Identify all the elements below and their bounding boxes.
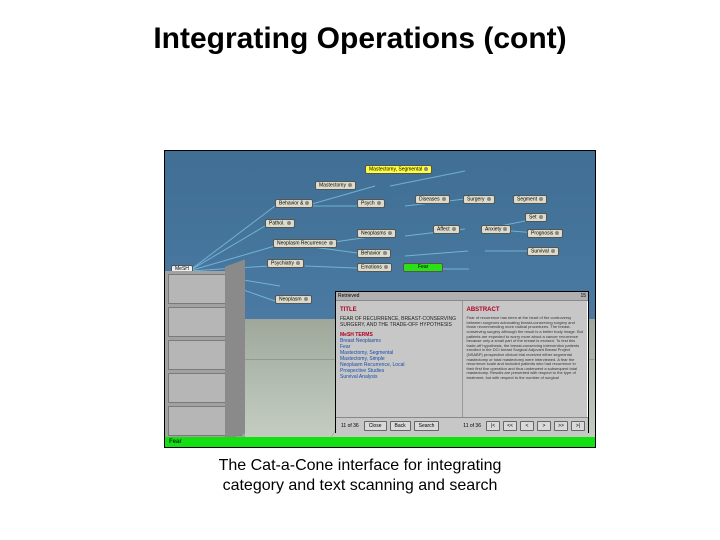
tree-node[interactable]: Set — [525, 213, 547, 222]
page-title: Integrating Operations (cont) — [0, 22, 720, 56]
tree-node[interactable]: Neoplasm Recurrence — [273, 239, 337, 248]
doc-topbar-left: Retrieved — [338, 293, 359, 299]
doc-title-heading: TITLE — [340, 307, 458, 314]
tree-node[interactable]: Segment — [513, 195, 547, 204]
doc-title-text: FEAR OF RECURRENCE, BREAST-CONSERVING SU… — [340, 316, 458, 328]
tree-node[interactable]: Neoplasms — [357, 229, 396, 238]
app-window: MeSH Mastectomy, Segmental Behavior & Pa… — [164, 150, 596, 448]
tree-node[interactable]: Mastectomy — [315, 181, 356, 190]
tree-node[interactable]: Psychiatry — [267, 259, 304, 268]
tree-node[interactable]: Mastectomy, Segmental — [365, 165, 432, 174]
status-text: Fear — [169, 439, 182, 445]
document-toolbar: 11 of 36 Close Back Search 11 of 36 |< <… — [336, 417, 588, 434]
status-bar: Fear — [165, 437, 595, 447]
doc-left-column: TITLE FEAR OF RECURRENCE, BREAST-CONSERV… — [336, 301, 462, 417]
tree-node[interactable]: Prognosis — [527, 229, 563, 238]
page-counter-right: 11 of 36 — [463, 423, 481, 429]
back-button[interactable]: Back — [390, 421, 411, 431]
document-window: Retrieved 15 TITLE FEAR OF RECURRENCE, B… — [335, 291, 589, 433]
caption-line2: category and text scanning and search — [223, 477, 498, 494]
book-stack[interactable] — [165, 271, 245, 437]
prev1-button[interactable]: < — [520, 421, 534, 431]
tree-node[interactable]: Pathol. — [265, 219, 295, 228]
tree-node[interactable]: Behavior — [357, 249, 391, 258]
tree-node[interactable]: Psych — [357, 199, 385, 208]
figure-caption: The Cat-a-Cone interface for integrating… — [0, 456, 720, 496]
tree-node[interactable]: Affect — [433, 225, 460, 234]
tree-node[interactable]: Anxiety — [481, 225, 511, 234]
next1-button[interactable]: > — [537, 421, 551, 431]
page-counter-left: 11 of 36 — [341, 423, 359, 429]
doc-abstract-heading: ABSTRACT — [467, 307, 585, 314]
doc-topbar-right: 15 — [580, 293, 586, 299]
first-button[interactable]: |< — [486, 421, 500, 431]
book-stack-side — [225, 259, 245, 440]
tree-node[interactable]: Surgery — [463, 195, 495, 204]
caption-line1: The Cat-a-Cone interface for integrating — [219, 457, 502, 474]
tree-node[interactable]: Behavior & — [275, 199, 313, 208]
search-button[interactable]: Search — [414, 421, 440, 431]
tree-node[interactable]: Emotions — [357, 263, 392, 272]
doc-right-column: ABSTRACT Fear of recurrence has been at … — [462, 301, 589, 417]
close-button[interactable]: Close — [364, 421, 387, 431]
tree-node[interactable]: Neoplasm — [275, 295, 312, 304]
doc-abstract-text: Fear of recurrence has been at the heart… — [467, 316, 585, 380]
prev-button[interactable]: << — [503, 421, 517, 431]
last-button[interactable]: >| — [571, 421, 585, 431]
document-titlebar: Retrieved 15 — [336, 292, 588, 301]
next-button[interactable]: >> — [554, 421, 568, 431]
mesh-term[interactable]: Survival Analysis — [340, 374, 458, 380]
tree-node[interactable]: Survival — [527, 247, 559, 256]
tree-node[interactable]: Diseases — [415, 195, 450, 204]
tree-node-selected[interactable]: Fear — [403, 263, 443, 272]
